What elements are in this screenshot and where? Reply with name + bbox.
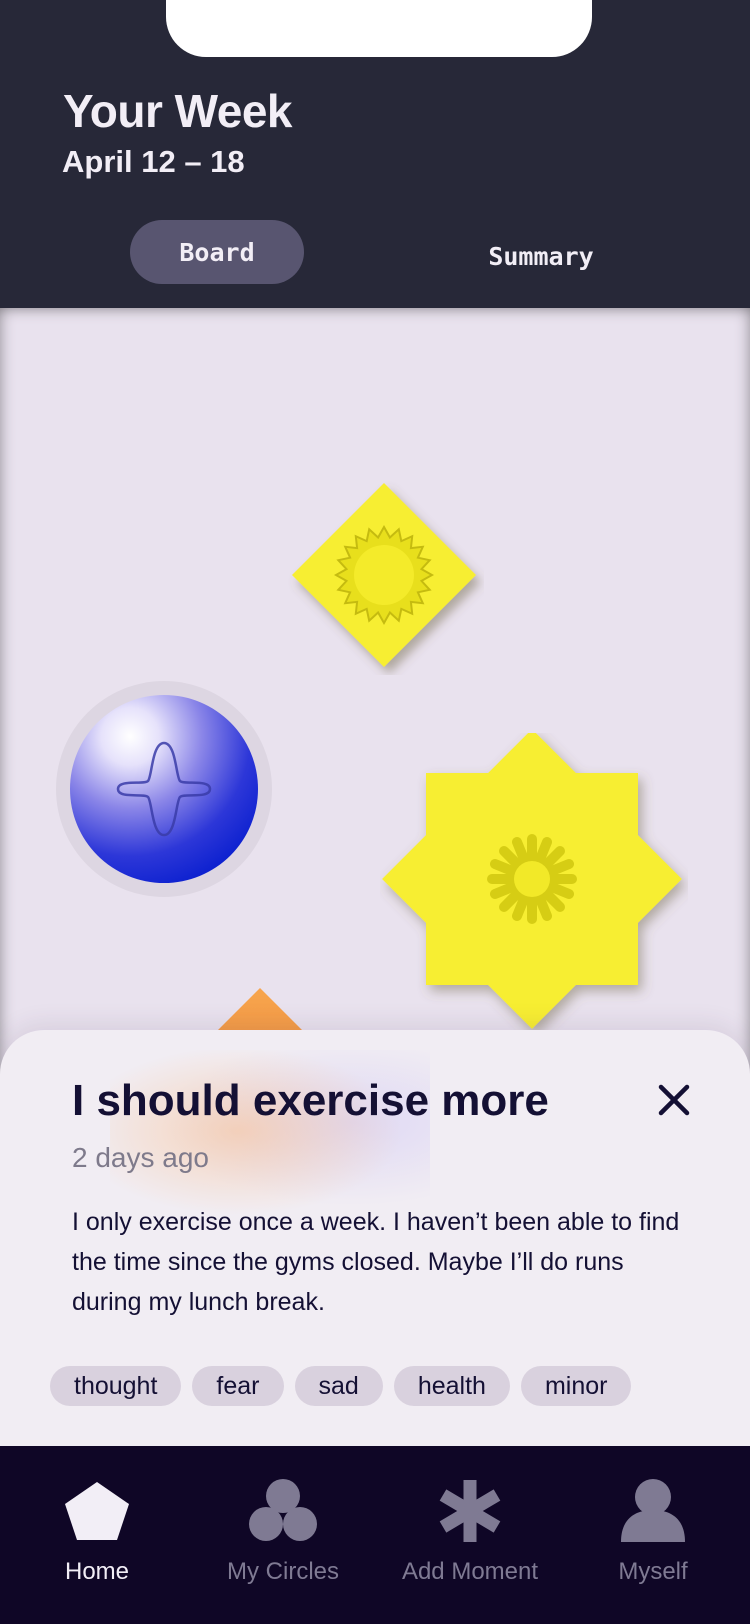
nav-myself[interactable]: Myself [563,1446,743,1624]
moment-diamond-sunburst[interactable] [284,475,484,675]
asterisk-icon [439,1480,501,1542]
nav-add-moment[interactable]: Add Moment [380,1446,560,1624]
tag-health[interactable]: health [393,1366,510,1406]
circles-icon [249,1479,317,1541]
tag-minor[interactable]: minor [520,1366,632,1406]
nav-my-circles[interactable]: My Circles [193,1446,373,1624]
bottom-nav: Home My Circles Add Moment Myself [0,1446,750,1624]
header: Your Week April 12 – 18 Board Summary [0,0,750,308]
person-icon [621,1479,685,1542]
nav-myself-label: Myself [618,1558,688,1585]
moment-title: I should exercise more [72,1076,549,1125]
moment-detail-card: I should exercise more 2 days ago I only… [0,1030,750,1446]
close-icon [658,1084,690,1116]
moment-timestamp: 2 days ago [72,1142,209,1173]
tag-thought[interactable]: thought [50,1366,182,1406]
tag-fear[interactable]: fear [192,1366,284,1406]
nav-home-label: Home [64,1558,130,1585]
close-button[interactable] [652,1078,696,1122]
nav-my-circles-label: My Circles [227,1558,339,1585]
tab-summary[interactable]: Summary [450,224,632,288]
tag-list: thought fear sad health minor [50,1366,632,1406]
moment-star-asterisk[interactable] [380,733,688,1033]
tab-board[interactable]: Board [130,220,304,284]
device-notch [166,0,592,57]
tag-sad[interactable]: sad [294,1366,383,1406]
moment-description: I only exercise once a week. I haven’t b… [72,1208,680,1316]
page-title: Your Week [63,85,292,137]
nav-home[interactable]: Home [7,1446,187,1624]
nav-add-moment-label: Add Moment [401,1558,539,1585]
date-range: April 12 – 18 [62,144,245,179]
pentagon-icon [65,1482,129,1540]
moment-orb-cross[interactable] [50,675,278,903]
